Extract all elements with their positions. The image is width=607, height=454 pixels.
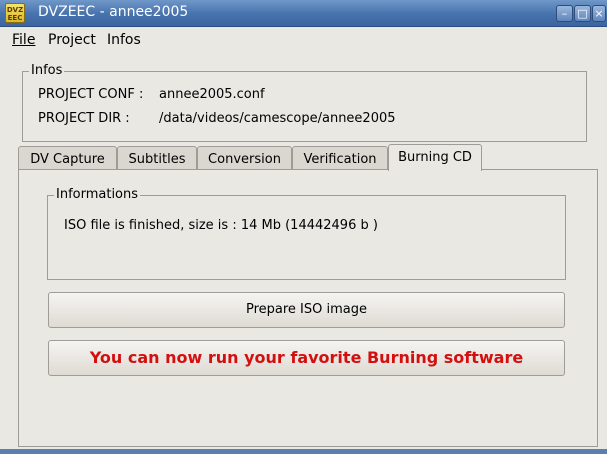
minimize-button[interactable]: – (556, 5, 573, 22)
tab-subtitles[interactable]: Subtitles (117, 146, 197, 170)
tab-bar: DV Capture Subtitles Conversion Verifica… (18, 144, 598, 171)
project-conf-value: annee2005.conf (159, 87, 265, 102)
app-icon[interactable]: DVZ EEC (5, 3, 25, 23)
project-dir-value: /data/videos/camescope/annee2005 (159, 111, 396, 126)
close-button[interactable]: × (592, 5, 606, 22)
title-bar[interactable]: DVZ EEC DVZEEC - annee2005 – □ × (0, 0, 607, 27)
tab-burning-cd[interactable]: Burning CD (388, 144, 482, 171)
tab-verification[interactable]: Verification (292, 146, 388, 170)
infos-frame: Infos PROJECT CONF : annee2005.conf PROJ… (22, 63, 587, 142)
infos-frame-label: Infos (29, 63, 65, 79)
run-burning-software-button[interactable]: You can now run your favorite Burning so… (48, 340, 565, 376)
tab-dv-capture[interactable]: DV Capture (18, 146, 117, 170)
window-title: DVZEEC - annee2005 (38, 4, 189, 20)
tab-conversion[interactable]: Conversion (197, 146, 292, 170)
project-conf-label: PROJECT CONF : (38, 87, 144, 102)
menu-file-label: File (12, 32, 36, 48)
informations-frame-label: Informations (54, 187, 141, 203)
maximize-button[interactable]: □ (574, 5, 591, 22)
menu-bar: File Project Infos (0, 27, 607, 53)
menu-infos[interactable]: Infos (107, 32, 141, 48)
menu-project-label: Project (48, 32, 96, 48)
iso-status-message: ISO file is finished, size is : 14 Mb (1… (64, 218, 378, 233)
menu-project[interactable]: Project (48, 32, 96, 48)
window-bottom-border (0, 449, 607, 454)
prepare-iso-button[interactable]: Prepare ISO image (48, 292, 565, 328)
project-dir-label: PROJECT DIR : (38, 111, 130, 126)
burning-cd-panel: Informations ISO file is finished, size … (18, 169, 598, 447)
informations-frame: Informations ISO file is finished, size … (47, 187, 566, 280)
menu-infos-label: Infos (107, 32, 141, 48)
menu-file[interactable]: File (12, 32, 35, 48)
